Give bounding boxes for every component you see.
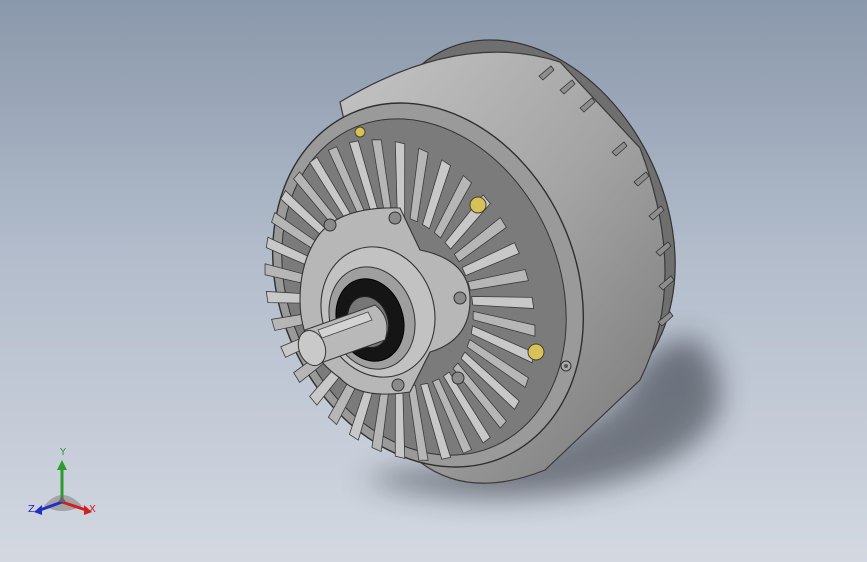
graphics-viewport[interactable]: Y X Z — [0, 0, 867, 562]
cooling-fin — [394, 382, 406, 459]
rim-screw-hole — [564, 364, 568, 368]
coordinate-triad[interactable]: Y X Z — [22, 446, 106, 526]
x-axis-label: X — [89, 504, 96, 515]
bolt-right — [527, 343, 545, 361]
z-axis-label: Z — [28, 504, 35, 515]
bolt-top — [469, 196, 487, 214]
magnetic-brake-model[interactable] — [0, 0, 867, 562]
bolt-upper-left — [354, 126, 366, 138]
cooling-fin — [394, 141, 406, 218]
flange-hole-1 — [323, 218, 337, 232]
y-axis-arrow — [57, 460, 67, 470]
z-axis-arrow — [34, 505, 42, 515]
flange-hole-4 — [391, 378, 405, 392]
flange-hole-3 — [453, 291, 467, 305]
y-axis-label: Y — [60, 447, 67, 458]
flange-hole-2 — [388, 211, 402, 225]
flange-hole-5 — [451, 371, 465, 385]
